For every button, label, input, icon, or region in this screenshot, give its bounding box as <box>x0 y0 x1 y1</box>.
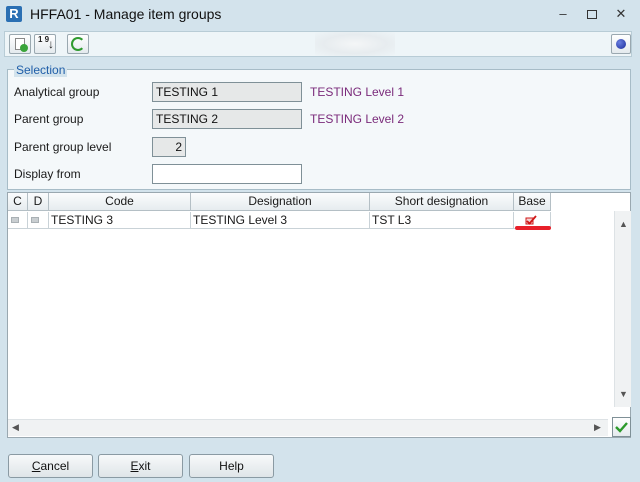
sort-button[interactable]: 1 9 ↓ <box>34 34 56 54</box>
redacted-area <box>315 32 395 56</box>
base-checkbox-checked-icon[interactable] <box>525 215 537 225</box>
analytical-group-description: TESTING Level 1 <box>310 85 405 99</box>
exit-label: xit <box>138 459 151 473</box>
close-button[interactable]: ✕ <box>610 4 632 24</box>
refresh-icon <box>71 37 85 51</box>
row-d-cell[interactable] <box>28 212 49 229</box>
grid-header: C D Code Designation Short designation B… <box>8 193 551 211</box>
row-short-designation-cell[interactable]: TST L3 <box>370 212 514 229</box>
display-from-input[interactable] <box>152 164 302 184</box>
scroll-up-icon[interactable]: ▲ <box>619 219 628 229</box>
parent-group-level-field[interactable]: 2 <box>152 137 186 157</box>
window-title: HFFA01 - Manage item groups <box>30 6 222 22</box>
checkbox-c[interactable] <box>11 217 19 223</box>
parent-group-description: TESTING Level 2 <box>310 112 405 126</box>
parent-group-level-label: Parent group level <box>14 140 112 154</box>
title-bar: R HFFA01 - Manage item groups – ✕ <box>0 0 640 28</box>
row-designation-cell[interactable]: TESTING Level 3 <box>191 212 370 229</box>
add-icon <box>20 44 28 52</box>
column-header-c[interactable]: C <box>8 193 28 211</box>
column-header-code[interactable]: Code <box>49 193 191 211</box>
scroll-down-icon[interactable]: ▼ <box>619 389 628 399</box>
red-annotation-underline <box>515 226 551 230</box>
item-groups-grid: C D Code Designation Short designation B… <box>7 192 631 438</box>
display-from-label: Display from <box>14 167 81 181</box>
app-logo-icon: R <box>6 6 22 22</box>
checkbox-d[interactable] <box>31 217 39 223</box>
vertical-scrollbar[interactable]: ▲ ▼ <box>614 211 631 407</box>
row-code-cell[interactable]: TESTING 3 <box>49 212 191 229</box>
maximize-icon <box>587 10 597 20</box>
analytical-group-field[interactable]: TESTING 1 <box>152 82 302 102</box>
column-header-short-designation[interactable]: Short designation <box>370 193 514 211</box>
parent-group-field[interactable]: TESTING 2 <box>152 109 302 129</box>
scroll-right-icon[interactable]: ▶ <box>594 422 601 433</box>
table-row[interactable]: TESTING 3 TESTING Level 3 TST L3 <box>8 212 551 229</box>
help-button[interactable]: Help <box>189 454 274 478</box>
parent-group-label: Parent group <box>14 112 84 126</box>
sort-arrow-icon: ↓ <box>48 37 54 51</box>
exit-button[interactable]: Exit <box>98 454 183 478</box>
analytical-group-label: Analytical group <box>14 85 100 99</box>
column-header-designation[interactable]: Designation <box>191 193 370 211</box>
checkmark-icon <box>615 422 628 433</box>
info-button[interactable] <box>611 34 631 54</box>
column-header-base[interactable]: Base <box>514 193 551 211</box>
new-button[interactable] <box>9 34 31 54</box>
info-orb-icon <box>616 39 626 49</box>
refresh-button[interactable] <box>67 34 89 54</box>
scroll-left-icon[interactable]: ◀ <box>12 422 19 433</box>
cancel-button[interactable]: Cancel <box>8 454 93 478</box>
maximize-button[interactable] <box>581 4 603 24</box>
minimize-button[interactable]: – <box>552 4 574 24</box>
row-c-cell[interactable] <box>8 212 28 229</box>
validate-button[interactable] <box>612 417 631 437</box>
selection-legend: Selection <box>14 63 68 77</box>
toolbar: 1 9 ↓ <box>4 31 632 57</box>
cancel-label: ancel <box>40 459 70 473</box>
exit-mnemonic: E <box>130 459 139 473</box>
horizontal-scrollbar[interactable]: ◀ ▶ <box>8 419 608 436</box>
column-header-d[interactable]: D <box>28 193 49 211</box>
